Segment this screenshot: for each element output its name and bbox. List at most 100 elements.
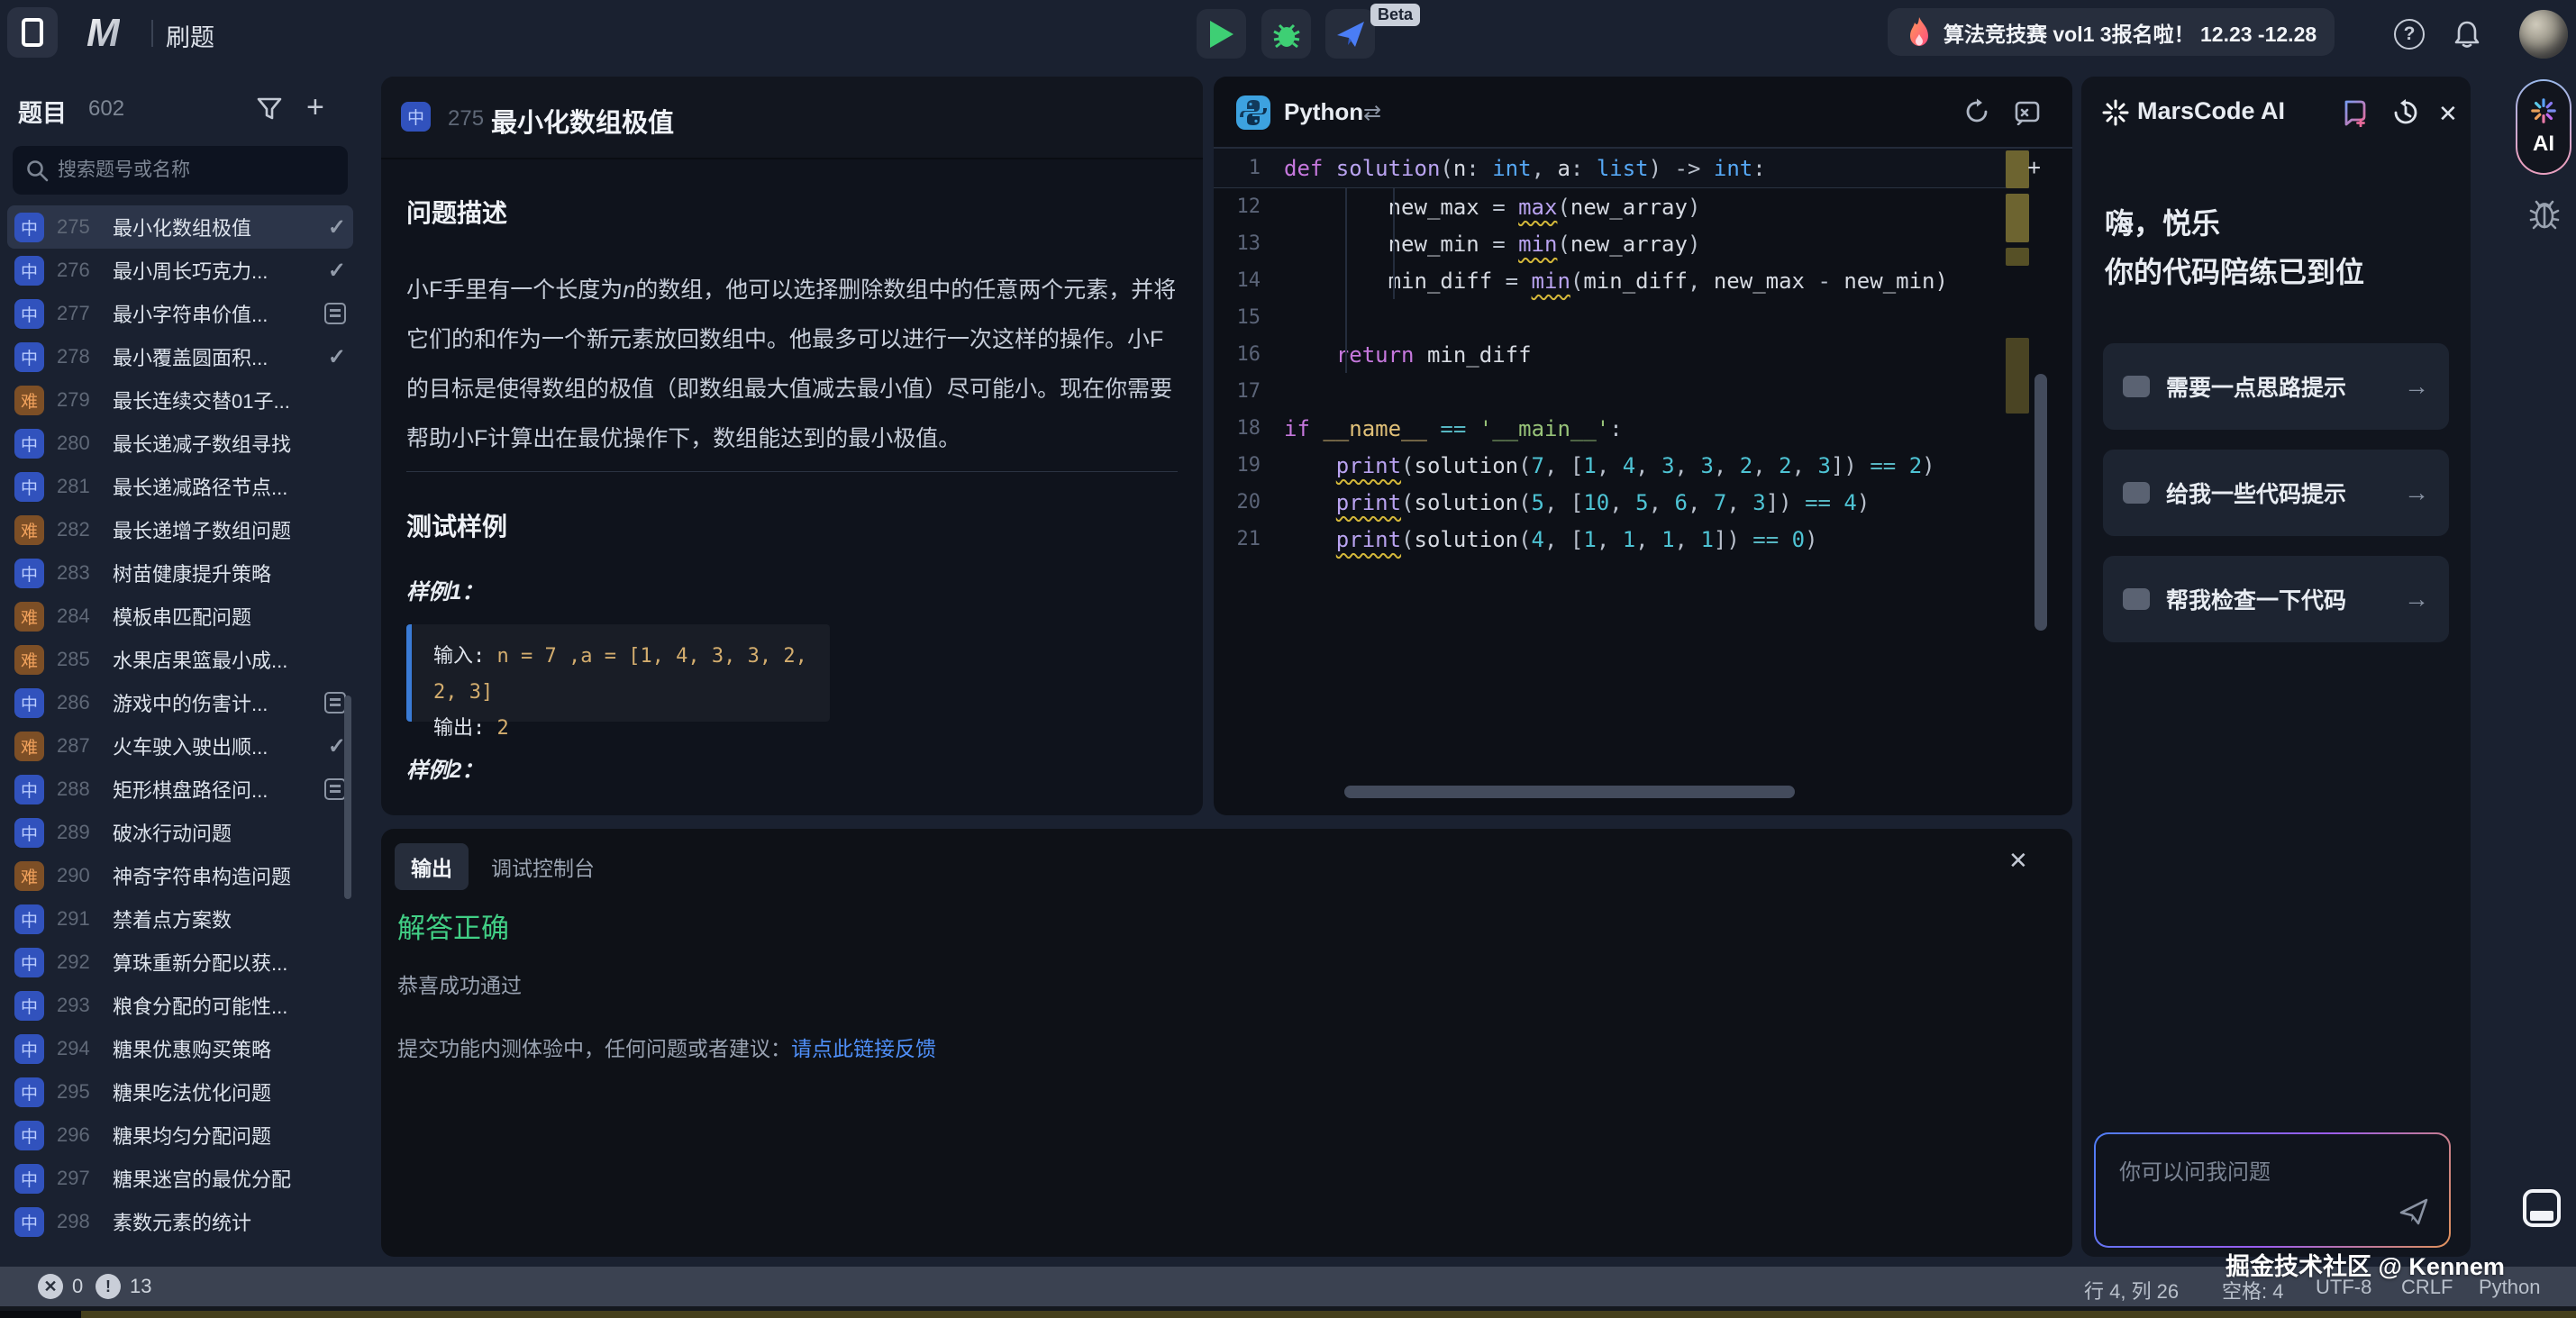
- problem-row-282[interactable]: 难282最长递增子数组问题: [7, 508, 353, 551]
- event-banner[interactable]: 算法竞技赛 vol1 3报名啦！ 12.23 -12.28: [1888, 8, 2335, 56]
- output-panel: 输出 调试控制台 ✕ 解答正确 恭喜成功通过 提交功能内测体验中，任何问题或者建…: [381, 829, 2072, 1257]
- logo-divider: [151, 20, 153, 47]
- warnings-icon[interactable]: !: [96, 1274, 121, 1299]
- code-line-12[interactable]: 12 new_max = max(new_array): [1214, 188, 2029, 225]
- line-number: 19: [1214, 454, 1284, 477]
- ai-suggestion-card-2[interactable]: 给我一些代码提示→: [2103, 450, 2449, 536]
- line-number: 13: [1214, 232, 1284, 255]
- code-line-18[interactable]: 18if __name__ == '__main__':: [1214, 410, 2029, 447]
- problem-row-275[interactable]: 中275最小化数组极值✓: [7, 205, 353, 249]
- editor-horizontal-scrollbar[interactable]: [1344, 786, 1795, 798]
- problem-row-293[interactable]: 中293粮食分配的可能性...: [7, 984, 353, 1027]
- debug-rail-button[interactable]: [2528, 196, 2561, 235]
- format-code-button[interactable]: [2014, 98, 2041, 130]
- debug-button[interactable]: [1261, 9, 1311, 59]
- ai-rail-button[interactable]: AI: [2516, 79, 2571, 175]
- switch-language-icon[interactable]: ⇄: [1363, 100, 1381, 126]
- code-editor[interactable]: 1def solution(n: int, a: list) -> int:12…: [1214, 149, 2029, 558]
- filter-button[interactable]: [256, 95, 283, 127]
- new-chat-button[interactable]: [2341, 98, 2370, 132]
- code-line-16[interactable]: 16 return min_diff: [1214, 336, 2029, 373]
- tab-output[interactable]: 输出: [395, 843, 469, 890]
- problem-row-296[interactable]: 中296糖果均匀分配问题: [7, 1113, 353, 1157]
- feedback-link[interactable]: 请点此链接反馈: [791, 1037, 936, 1060]
- problem-number: 293: [57, 994, 107, 1017]
- problem-row-286[interactable]: 中286游戏中的伤害计...: [7, 681, 353, 724]
- ai-chat-input[interactable]: 你可以问我问题: [2094, 1132, 2451, 1248]
- ai-suggestion-label: 帮我检查一下代码: [2166, 583, 2388, 615]
- ai-suggestion-card-3[interactable]: 帮我检查一下代码→: [2103, 556, 2449, 642]
- difficulty-badge: 中: [14, 1121, 44, 1150]
- panel-layout-icon: [2521, 1187, 2562, 1229]
- problem-row-278[interactable]: 中278最小覆盖圆面积...✓: [7, 335, 353, 378]
- notifications-button[interactable]: [2452, 19, 2482, 50]
- problem-title: 最小周长巧克力...: [113, 256, 323, 285]
- problem-row-283[interactable]: 中283树苗健康提升策略: [7, 551, 353, 595]
- problem-row-279[interactable]: 难279最长连续交替01子...: [7, 378, 353, 422]
- problem-title: 糖果优惠购买策略: [113, 1034, 346, 1063]
- editor-vertical-scrollbar[interactable]: [2034, 374, 2047, 631]
- problem-count: 602: [88, 96, 124, 122]
- problem-row-277[interactable]: 中277最小字符串价值...: [7, 292, 353, 335]
- submit-button[interactable]: [1325, 9, 1375, 59]
- notes-icon: [324, 692, 346, 714]
- problem-title: 最长递减路径节点...: [113, 472, 346, 501]
- panel-layout-button[interactable]: [2521, 1187, 2562, 1233]
- sidebar-scrollbar[interactable]: [344, 695, 351, 899]
- bug-outline-icon: [2528, 196, 2561, 231]
- problem-row-290[interactable]: 难290神奇字符串构造问题: [7, 854, 353, 897]
- problem-row-281[interactable]: 中281最长递减路径节点...: [7, 465, 353, 508]
- problem-title: 糖果迷宫的最优分配: [113, 1164, 346, 1193]
- problem-row-284[interactable]: 难284模板串匹配问题: [7, 595, 353, 638]
- history-button[interactable]: [2391, 98, 2420, 132]
- code-line-15[interactable]: 15: [1214, 299, 2029, 336]
- code-line-21[interactable]: 21 print(solution(4, [1, 1, 1, 1]) == 0): [1214, 521, 2029, 558]
- problem-row-289[interactable]: 中289破冰行动问题: [7, 811, 353, 854]
- search-input[interactable]: [58, 159, 328, 181]
- status--4-26[interactable]: 行 4, 列 26: [2084, 1276, 2179, 1304]
- sample-input-value: n = 7 ,a = [1, 4, 3, 3, 2, 2, 3]: [433, 645, 807, 704]
- code-line-1[interactable]: 1def solution(n: int, a: list) -> int:: [1214, 149, 2029, 188]
- problem-row-287[interactable]: 难287火车驶入驶出顺...✓: [7, 724, 353, 768]
- problem-row-291[interactable]: 中291禁着点方案数: [7, 897, 353, 941]
- problem-row-285[interactable]: 难285水果店果篮最小成...: [7, 638, 353, 681]
- problem-row-292[interactable]: 中292算珠重新分配以获...: [7, 941, 353, 984]
- sidebar-toggle-button[interactable]: [7, 7, 58, 58]
- problem-row-294[interactable]: 中294糖果优惠购买策略: [7, 1027, 353, 1070]
- errors-icon[interactable]: ✕: [38, 1274, 63, 1299]
- close-output-icon[interactable]: ✕: [2008, 847, 2028, 875]
- problem-number: 281: [57, 475, 107, 498]
- help-button[interactable]: ?: [2394, 19, 2425, 50]
- send-button[interactable]: [2399, 1196, 2429, 1232]
- marscode-logo[interactable]: M: [86, 11, 120, 56]
- app-title: 刷题: [166, 18, 214, 53]
- tab-debug-console[interactable]: 调试控制台: [491, 851, 595, 882]
- add-problem-button[interactable]: +: [306, 90, 324, 125]
- problem-number: 294: [57, 1037, 107, 1060]
- reset-code-button[interactable]: [1963, 98, 1990, 130]
- bell-icon: [2452, 19, 2482, 50]
- code-line-20[interactable]: 20 print(solution(5, [10, 5, 6, 7, 3]) =…: [1214, 484, 2029, 521]
- problem-row-276[interactable]: 中276最小周长巧克力...✓: [7, 249, 353, 292]
- problem-row-288[interactable]: 中288矩形棋盘路径问...: [7, 768, 353, 811]
- code-line-13[interactable]: 13 new_min = min(new_array): [1214, 225, 2029, 262]
- search-box[interactable]: [13, 146, 348, 195]
- problem-number: 288: [57, 777, 107, 801]
- code-line-17[interactable]: 17: [1214, 373, 2029, 410]
- feedback-note: 提交功能内测体验中，任何问题或者建议：请点此链接反馈: [397, 1032, 936, 1062]
- problem-number: 292: [57, 950, 107, 974]
- ai-suggestion-card-1[interactable]: 需要一点思路提示→: [2103, 343, 2449, 430]
- minimap-block: [2006, 338, 2029, 414]
- problem-row-280[interactable]: 中280最长递减子数组寻找: [7, 422, 353, 465]
- code-line-14[interactable]: 14 min_diff = min(min_diff, new_max - ne…: [1214, 262, 2029, 299]
- problem-row-297[interactable]: 中297糖果迷宫的最优分配: [7, 1157, 353, 1200]
- user-avatar[interactable]: [2519, 10, 2568, 59]
- code-line-19[interactable]: 19 print(solution(7, [1, 4, 3, 3, 2, 2, …: [1214, 447, 2029, 484]
- close-ai-panel-icon[interactable]: ✕: [2438, 100, 2458, 128]
- code-text: print(solution(7, [1, 4, 3, 3, 2, 2, 3])…: [1284, 453, 1935, 478]
- line-number: 12: [1214, 195, 1284, 218]
- arrow-right-icon: →: [2404, 372, 2429, 401]
- problem-row-298[interactable]: 中298素数元素的统计: [7, 1200, 353, 1243]
- run-button[interactable]: [1197, 9, 1246, 59]
- problem-row-295[interactable]: 中295糖果吃法优化问题: [7, 1070, 353, 1113]
